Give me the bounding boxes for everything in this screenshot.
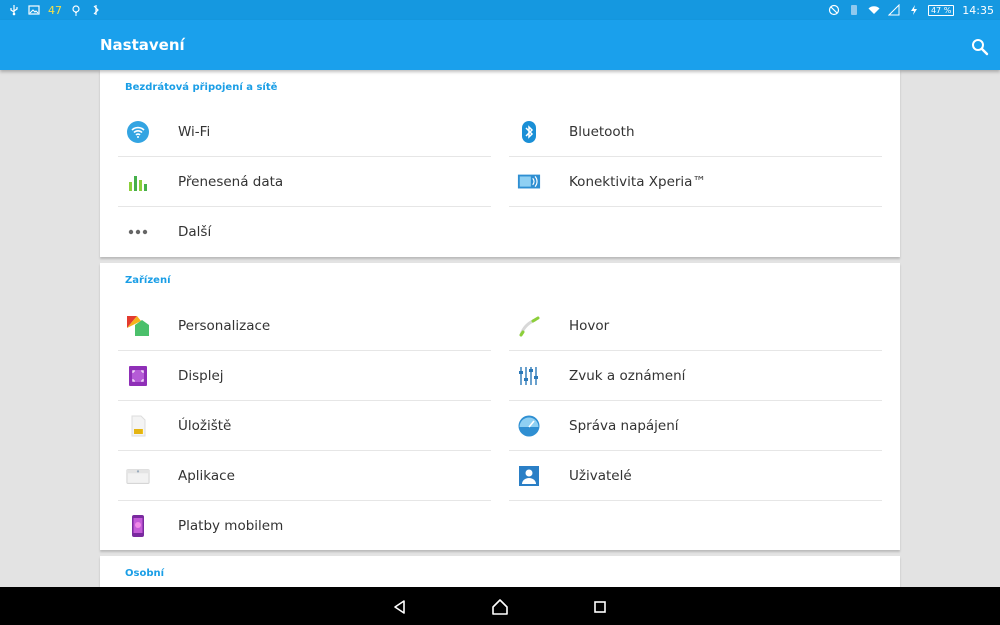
settings-item-apps[interactable]: Aplikace (118, 451, 491, 501)
charging-icon (910, 5, 917, 15)
settings-item-display[interactable]: Displej (118, 351, 491, 401)
lightbulb-icon (72, 5, 80, 16)
settings-item-users[interactable]: Uživatelé (509, 451, 882, 501)
recents-icon (594, 601, 606, 613)
settings-item-storage[interactable]: Úložiště (118, 401, 491, 451)
data-usage-icon (129, 175, 147, 191)
settings-item-label: Personalizace (178, 317, 271, 334)
settings-item-label: Přenesená data (178, 173, 284, 190)
settings-item-label: Hovor (569, 317, 610, 334)
call-icon (519, 316, 540, 336)
home-icon (492, 599, 508, 615)
settings-item-bluetooth[interactable]: Bluetooth (509, 107, 882, 157)
settings-item-data-usage[interactable]: Přenesená data (118, 157, 491, 207)
power-management-icon (518, 415, 540, 436)
status-time: 14:35 (962, 3, 994, 17)
settings-item-power-management[interactable]: Správa napájení (509, 401, 882, 451)
apps-icon (126, 468, 150, 484)
settings-item-label: Správa napájení (569, 417, 679, 434)
home-button[interactable] (491, 598, 509, 616)
recents-button[interactable] (591, 598, 609, 616)
wifi-icon (127, 120, 149, 143)
column-right: Bluetooth Konektivita Xperia™ (509, 107, 882, 207)
settings-item-label: Displej (178, 367, 224, 384)
status-bar: 47 47 % 14:35 (0, 0, 1000, 20)
settings-item-wifi[interactable]: Wi-Fi (118, 107, 491, 157)
cell-signal-icon (887, 4, 900, 16)
settings-list[interactable]: Bezdrátová připojení a sítě Wi-Fi Přenes… (0, 70, 1000, 587)
wifi-signal-icon (868, 6, 880, 14)
settings-item-label: Další (178, 224, 212, 240)
do-not-disturb-icon (828, 4, 840, 16)
settings-item-mobile-payment[interactable]: Platby mobilem (118, 501, 491, 551)
settings-item-label: Zvuk a oznámení (569, 367, 686, 384)
gallery-icon (28, 5, 40, 15)
section-header: Bezdrátová připojení a sítě (125, 82, 278, 93)
search-button[interactable] (968, 35, 992, 59)
users-icon (519, 465, 539, 486)
app-bar: Nastavení (0, 20, 1000, 70)
section-header: Osobní (125, 568, 165, 579)
back-button[interactable] (391, 598, 409, 616)
settings-item-label: Uživatelé (569, 467, 632, 484)
more-dots-icon (128, 229, 148, 235)
usb-icon (10, 5, 18, 16)
settings-item-label: Wi-Fi (178, 123, 211, 140)
bluetooth-icon (522, 120, 536, 143)
sound-sliders-icon (519, 366, 538, 385)
personalization-icon (127, 315, 149, 336)
settings-item-more[interactable]: Další (118, 207, 491, 257)
settings-item-call[interactable]: Hovor (509, 301, 882, 351)
section-personal: Osobní (100, 556, 900, 587)
notification-count: 47 (48, 3, 62, 17)
settings-item-label: Konektivita Xperia™ (569, 173, 706, 190)
section-header: Zařízení (125, 275, 171, 286)
search-icon (972, 39, 989, 56)
battery-indicator: 47 % (927, 4, 955, 16)
storage-sd-icon (131, 415, 146, 436)
page-title: Nastavení (100, 36, 185, 54)
column-left: Personalizace Displej Úložiště Aplikace … (118, 301, 491, 551)
column-right: Hovor Zvuk a oznámení Správa napájení Už… (509, 301, 882, 501)
navigation-bar (0, 587, 1000, 625)
back-icon (394, 600, 405, 614)
mobile-payment-icon (132, 515, 144, 537)
section-device: Zařízení Personalizace Displej Úložiště … (100, 263, 900, 550)
nfc-icon (850, 5, 857, 15)
section-wireless: Bezdrátová připojení a sítě Wi-Fi Přenes… (100, 70, 900, 257)
column-left: Wi-Fi Přenesená data Další (118, 107, 491, 257)
settings-item-sound[interactable]: Zvuk a oznámení (509, 351, 882, 401)
settings-item-label: Aplikace (178, 467, 235, 484)
settings-item-xperia-connectivity[interactable]: Konektivita Xperia™ (509, 157, 882, 207)
xperia-connectivity-icon (517, 174, 541, 188)
settings-item-label: Platby mobilem (178, 518, 284, 534)
usb-debug-icon (93, 5, 99, 15)
settings-item-label: Bluetooth (569, 123, 635, 140)
display-icon (129, 365, 147, 386)
settings-item-personalization[interactable]: Personalizace (118, 301, 491, 351)
settings-item-label: Úložiště (178, 417, 232, 434)
